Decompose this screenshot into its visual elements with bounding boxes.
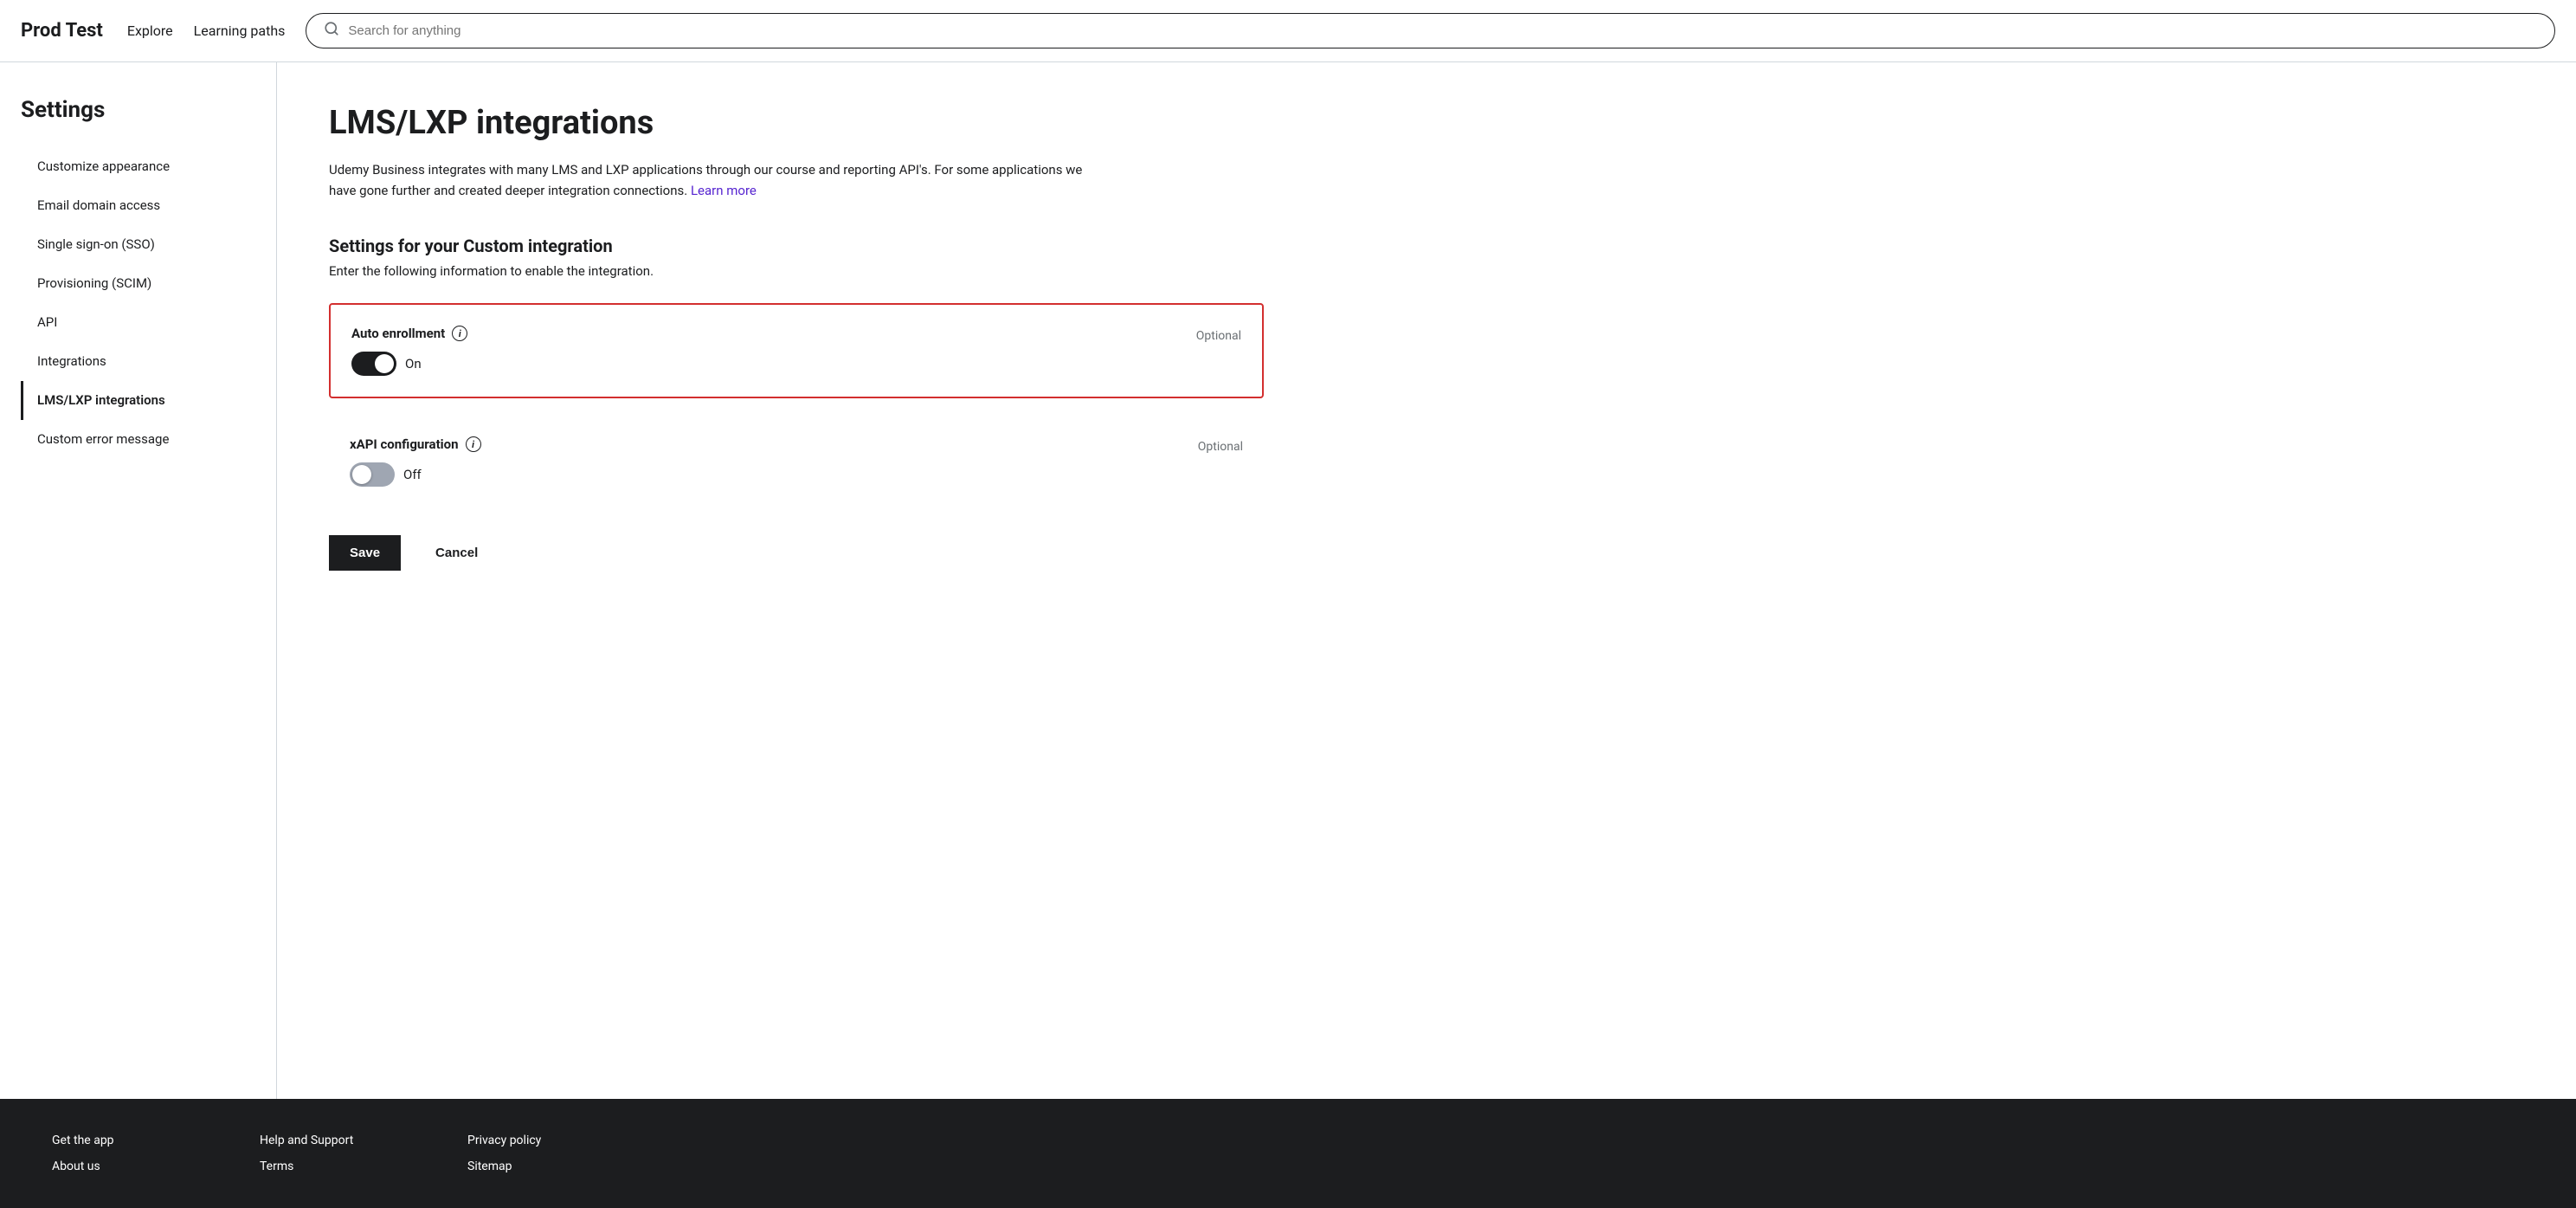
footer-col-3: Privacy policy Sitemap [467,1134,606,1173]
auto-enrollment-optional: Optional [1196,326,1241,343]
header: Prod Test Explore Learning paths [0,0,2576,62]
learn-more-link[interactable]: Learn more [691,183,757,198]
search-icon [324,21,339,41]
cancel-button[interactable]: Cancel [415,535,499,571]
sidebar-item-lms-lxp[interactable]: LMS/LXP integrations [21,381,255,420]
sidebar-item-scim[interactable]: Provisioning (SCIM) [21,264,255,303]
xapi-toggle[interactable] [350,462,395,487]
sidebar-title: Settings [21,97,255,123]
page-description: Udemy Business integrates with many LMS … [329,159,1108,201]
sidebar-item-customize-appearance[interactable]: Customize appearance [21,147,255,186]
save-button[interactable]: Save [329,535,401,571]
footer-about-us[interactable]: About us [52,1160,190,1173]
auto-enrollment-row: Auto enrollment i On Optional [329,303,1264,398]
auto-enrollment-left: Auto enrollment i On [351,326,1162,376]
sidebar-nav: Customize appearance Email domain access… [21,147,255,459]
section-subtitle: Enter the following information to enabl… [329,263,1264,279]
main-layout: Settings Customize appearance Email doma… [0,62,2576,1099]
custom-integration-section: Settings for your Custom integration Ent… [329,236,1264,585]
search-bar[interactable] [306,13,2555,48]
nav-learning-paths[interactable]: Learning paths [194,23,286,39]
sidebar-item-custom-error[interactable]: Custom error message [21,420,255,459]
xapi-left: xAPI configuration i Off [350,436,1163,487]
xapi-toggle-wrapper: Off [350,462,1163,487]
sidebar-item-email-domain-access[interactable]: Email domain access [21,186,255,225]
brand-logo[interactable]: Prod Test [21,20,103,42]
button-row: Save Cancel [329,535,1264,585]
auto-enrollment-toggle-label: On [405,356,422,371]
footer-privacy-policy[interactable]: Privacy policy [467,1134,606,1147]
main-content: LMS/LXP integrations Udemy Business inte… [277,62,1316,1099]
xapi-configuration-row: xAPI configuration i Off Optional [329,416,1264,507]
auto-enrollment-toggle[interactable] [351,352,396,376]
page-title: LMS/LXP integrations [329,104,1264,142]
search-input[interactable] [348,23,2537,38]
xapi-label: xAPI configuration i [350,436,1163,452]
sidebar-item-sso[interactable]: Single sign-on (SSO) [21,225,255,264]
nav-explore[interactable]: Explore [127,23,173,39]
auto-enrollment-label: Auto enrollment i [351,326,1162,341]
footer-help-support[interactable]: Help and Support [260,1134,398,1147]
footer-sitemap[interactable]: Sitemap [467,1160,606,1173]
footer: Get the app About us Help and Support Te… [0,1099,2576,1208]
xapi-info-icon[interactable]: i [466,436,481,452]
auto-enrollment-toggle-wrapper: On [351,352,1162,376]
sidebar-item-integrations[interactable]: Integrations [21,342,255,381]
sidebar: Settings Customize appearance Email doma… [0,62,277,1099]
xapi-optional: Optional [1198,436,1243,454]
auto-enrollment-info-icon[interactable]: i [452,326,467,341]
sidebar-item-api[interactable]: API [21,303,255,342]
footer-col-1: Get the app About us [52,1134,190,1173]
xapi-toggle-label: Off [403,467,422,482]
footer-get-app[interactable]: Get the app [52,1134,190,1147]
footer-col-2: Help and Support Terms [260,1134,398,1173]
section-title: Settings for your Custom integration [329,236,1264,256]
header-nav: Explore Learning paths [127,23,286,39]
footer-terms[interactable]: Terms [260,1160,398,1173]
